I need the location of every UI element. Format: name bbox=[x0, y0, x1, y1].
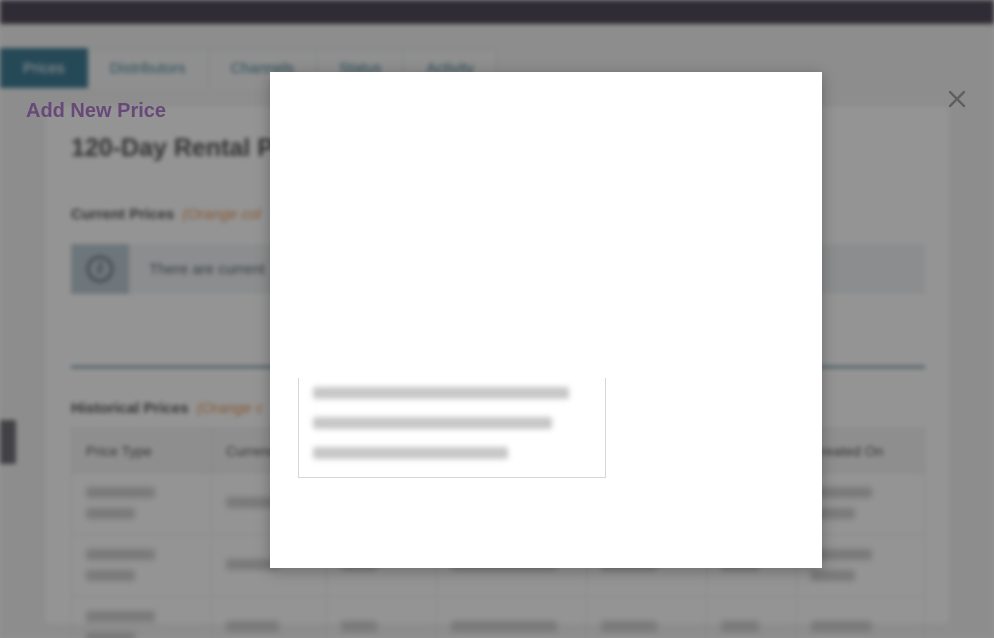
list-item[interactable] bbox=[299, 408, 605, 438]
list-item[interactable] bbox=[299, 438, 605, 468]
app-root: Prices Distributors Channels Status Acti… bbox=[0, 0, 994, 638]
redacted-text bbox=[313, 417, 552, 429]
redacted-text bbox=[313, 447, 508, 459]
add-new-price-dialog bbox=[270, 72, 822, 568]
redacted-text bbox=[313, 387, 569, 399]
list-item[interactable] bbox=[299, 378, 605, 408]
distributor-suggestions[interactable] bbox=[298, 378, 606, 478]
